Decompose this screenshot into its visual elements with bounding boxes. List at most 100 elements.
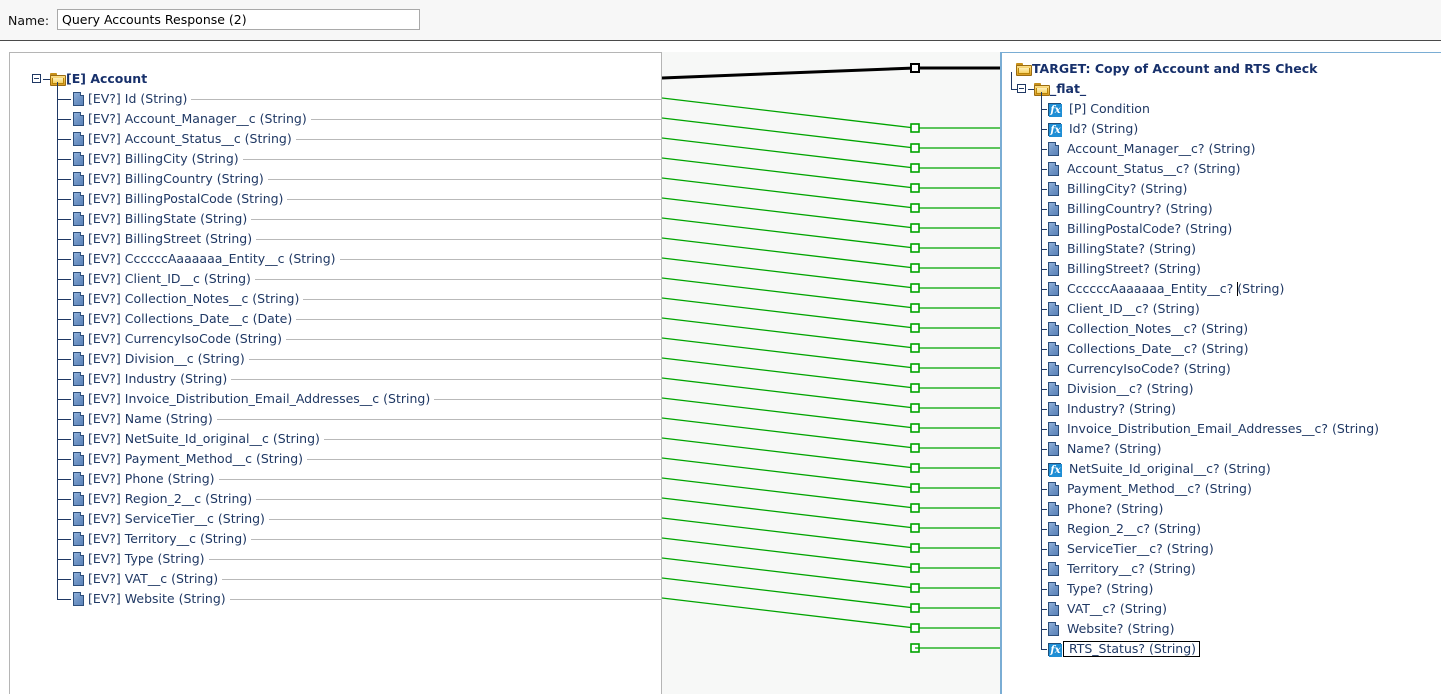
mapping-line[interactable] [662, 197, 916, 229]
target-field-row[interactable]: Phone? (String) [1048, 499, 1163, 519]
mapping-node[interactable] [910, 243, 920, 253]
source-field-row[interactable]: [EV?] Account_Manager__c (String) [73, 109, 307, 129]
mapping-node[interactable] [910, 203, 920, 213]
mapping-line[interactable] [662, 277, 916, 309]
source-field-row[interactable]: [EV?] Account_Status__c (String) [73, 129, 292, 149]
target-field-row[interactable]: Region_2__c? (String) [1048, 519, 1201, 539]
source-tree-panel[interactable]: [E] Account [EV?] Id (String) [EV?] Acco… [9, 52, 662, 694]
mapping-line[interactable] [662, 397, 916, 429]
target-field-row[interactable]: BillingCity? (String) [1048, 179, 1187, 199]
source-field-row[interactable]: [EV?] Region_2__c (String) [73, 489, 252, 509]
target-field-row[interactable]: Client_ID__c? (String) [1048, 299, 1200, 319]
target-field-row[interactable]: Industry? (String) [1048, 399, 1176, 419]
source-field-row[interactable]: [EV?] Payment_Method__c (String) [73, 449, 303, 469]
mapping-line[interactable] [662, 357, 916, 389]
mapping-line[interactable] [662, 137, 916, 169]
target-root-row[interactable]: TARGET: Copy of Account and RTS Check [1016, 59, 1318, 79]
target-field-row[interactable]: fx NetSuite_Id_original__c? (String) [1048, 459, 1271, 479]
source-field-row[interactable]: [EV?] Division__c (String) [73, 349, 245, 369]
target-field-row[interactable]: Invoice_Distribution_Email_Addresses__c?… [1048, 419, 1379, 439]
name-input[interactable] [57, 9, 420, 30]
source-field-row[interactable]: [EV?] BillingCity (String) [73, 149, 239, 169]
mapping-line[interactable] [662, 557, 916, 589]
source-root-row[interactable]: [E] Account [50, 69, 147, 89]
mapping-line[interactable] [662, 117, 916, 149]
target-field-row[interactable]: BillingStreet? (String) [1048, 259, 1201, 279]
target-field-row[interactable]: CcccccAaaaaaa_Entity__c? (String) [1048, 279, 1284, 299]
target-field-row[interactable]: Territory__c? (String) [1048, 559, 1196, 579]
mapping-node[interactable] [910, 403, 920, 413]
mapping-node[interactable] [910, 163, 920, 173]
mapping-line[interactable] [662, 597, 916, 629]
mapping-line[interactable] [662, 537, 916, 569]
source-field-row[interactable]: [EV?] Id (String) [73, 89, 187, 109]
source-field-row[interactable]: [EV?] ServiceTier__c (String) [73, 509, 265, 529]
source-field-row[interactable]: [EV?] VAT__c (String) [73, 569, 218, 589]
target-tree-panel[interactable]: TARGET: Copy of Account and RTS Check _f… [1000, 52, 1441, 694]
source-field-row[interactable]: [EV?] Invoice_Distribution_Email_Address… [73, 389, 430, 409]
source-field-row[interactable]: [EV?] BillingPostalCode (String) [73, 189, 283, 209]
source-field-row[interactable]: [EV?] Collections_Date__c (Date) [73, 309, 292, 329]
mapping-line[interactable] [662, 497, 916, 529]
root-mapping-node[interactable] [910, 63, 920, 73]
source-field-row[interactable]: [EV?] Industry (String) [73, 369, 227, 389]
target-field-row[interactable]: Account_Manager__c? (String) [1048, 139, 1256, 159]
target-group-expander[interactable] [1017, 84, 1026, 93]
source-field-row[interactable]: [EV?] Territory__c (String) [73, 529, 247, 549]
mapping-node[interactable] [910, 423, 920, 433]
mapping-line[interactable] [662, 97, 916, 129]
target-field-row[interactable]: Collection_Notes__c? (String) [1048, 319, 1248, 339]
mapping-line[interactable] [662, 457, 916, 489]
target-field-row[interactable]: Website? (String) [1048, 619, 1174, 639]
mapping-node[interactable] [910, 563, 920, 573]
source-field-row[interactable]: [EV?] BillingState (String) [73, 209, 247, 229]
mapping-line[interactable] [662, 177, 916, 209]
mapping-line[interactable] [662, 437, 916, 469]
source-field-row[interactable]: [EV?] Type (String) [73, 549, 205, 569]
source-field-row[interactable]: [EV?] Collection_Notes__c (String) [73, 289, 299, 309]
target-field-row[interactable]: VAT__c? (String) [1048, 599, 1167, 619]
target-field-row[interactable]: Name? (String) [1048, 439, 1162, 459]
mapping-line[interactable] [662, 337, 916, 369]
mapping-node[interactable] [910, 123, 920, 133]
mapping-node[interactable] [910, 223, 920, 233]
mapping-node[interactable] [910, 323, 920, 333]
mapping-line[interactable] [662, 377, 916, 409]
mapping-node[interactable] [910, 583, 920, 593]
target-field-row[interactable]: fx [P] Condition [1048, 99, 1150, 119]
mapping-link-canvas[interactable] [662, 52, 1000, 694]
source-field-row[interactable]: [EV?] BillingStreet (String) [73, 229, 252, 249]
mapping-node[interactable] [910, 463, 920, 473]
mapping-line[interactable] [662, 477, 916, 509]
target-field-row[interactable]: ServiceTier__c? (String) [1048, 539, 1214, 559]
target-field-row[interactable]: fx Id? (String) [1048, 119, 1138, 139]
mapping-node[interactable] [910, 363, 920, 373]
mapping-node[interactable] [910, 143, 920, 153]
target-field-row[interactable]: BillingState? (String) [1048, 239, 1196, 259]
mapping-line[interactable] [662, 517, 916, 549]
mapping-node[interactable] [910, 543, 920, 553]
source-field-row[interactable]: [EV?] Phone (String) [73, 469, 215, 489]
mapping-line[interactable] [662, 577, 916, 609]
mapping-node[interactable] [910, 443, 920, 453]
mapping-node[interactable] [910, 603, 920, 613]
target-field-row[interactable]: BillingPostalCode? (String) [1048, 219, 1232, 239]
source-field-row[interactable]: [EV?] Client_ID__c (String) [73, 269, 251, 289]
mapping-line[interactable] [662, 217, 916, 249]
mapping-node[interactable] [910, 303, 920, 313]
target-field-row[interactable]: BillingCountry? (String) [1048, 199, 1213, 219]
mapping-node[interactable] [910, 183, 920, 193]
target-field-row[interactable]: Account_Status__c? (String) [1048, 159, 1241, 179]
target-field-row[interactable]: Payment_Method__c? (String) [1048, 479, 1252, 499]
mapping-node[interactable] [910, 623, 920, 633]
mapping-line[interactable] [662, 237, 916, 269]
mapping-line[interactable] [662, 417, 916, 449]
source-field-row[interactable]: [EV?] NetSuite_Id_original__c (String) [73, 429, 320, 449]
target-field-row[interactable]: Collections_Date__c? (String) [1048, 339, 1248, 359]
mapping-node[interactable] [910, 483, 920, 493]
mapping-node[interactable] [910, 343, 920, 353]
source-field-row[interactable]: [EV?] CurrencyIsoCode (String) [73, 329, 282, 349]
source-field-row[interactable]: [EV?] Name (String) [73, 409, 213, 429]
source-root-expander[interactable] [32, 74, 41, 83]
target-field-row[interactable]: CurrencyIsoCode? (String) [1048, 359, 1231, 379]
